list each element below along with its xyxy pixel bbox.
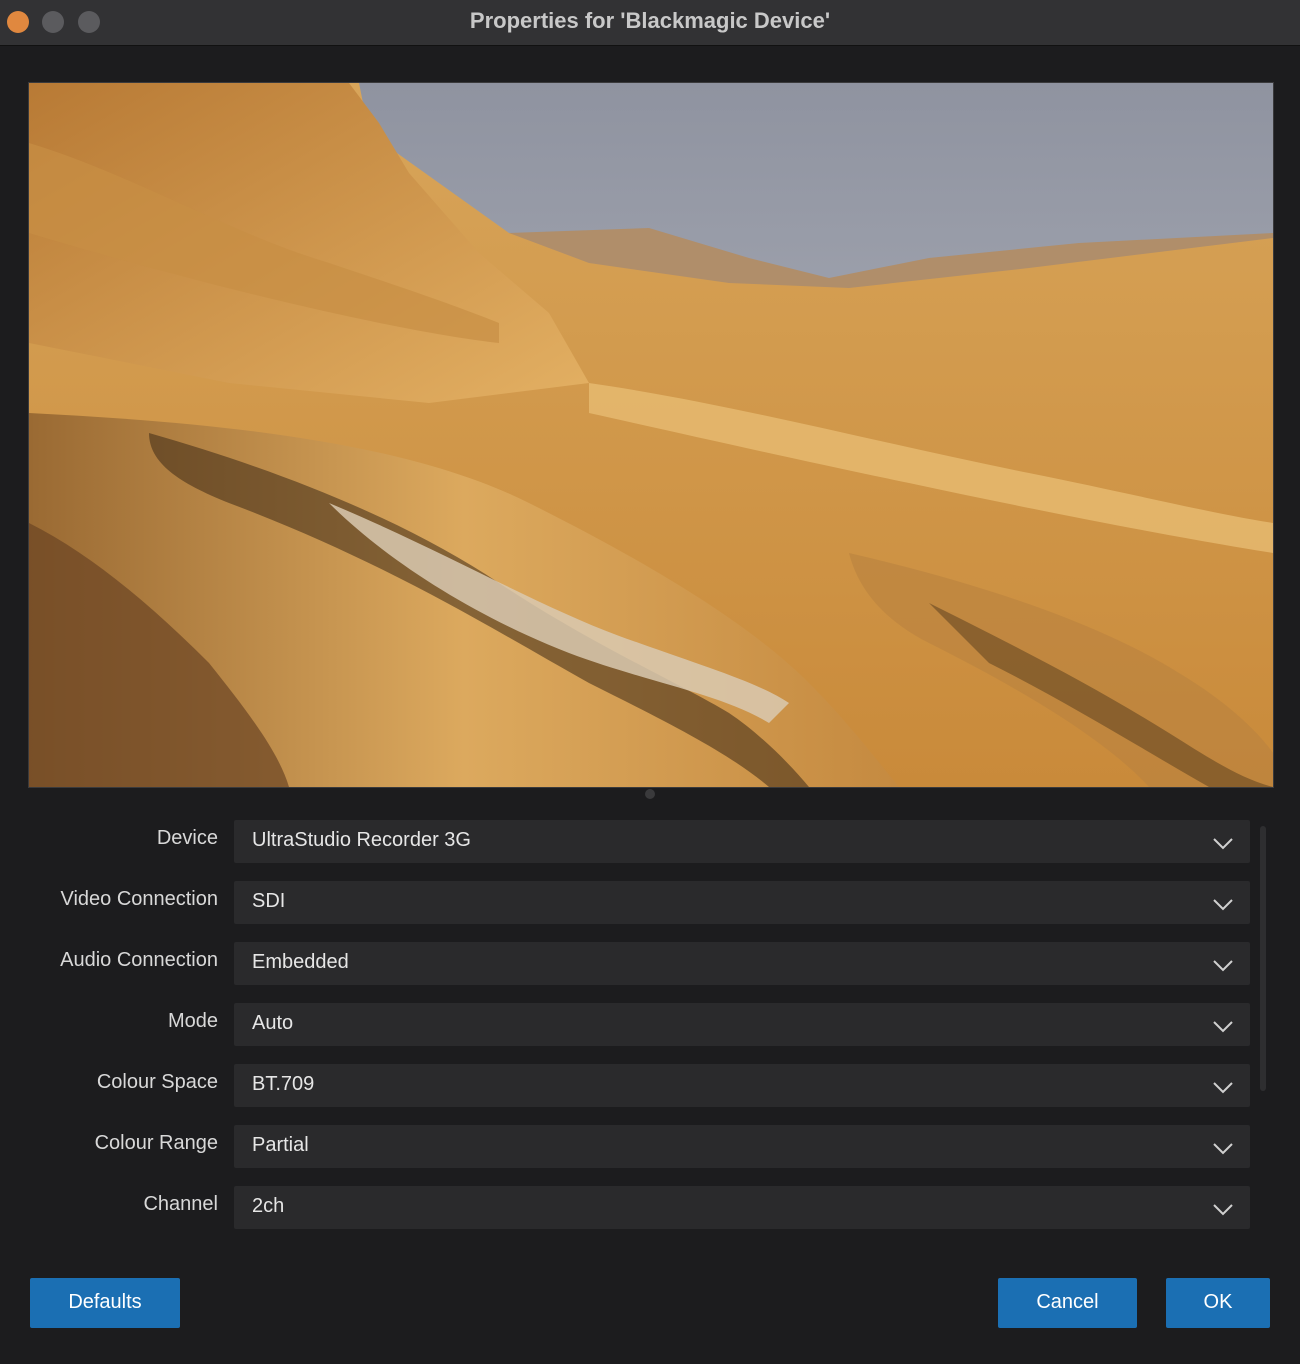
audio-connection-label: Audio Connection: [60, 949, 218, 971]
window-title: Properties for 'Blackmagic Device': [469, 8, 831, 33]
ok-button[interactable]: OK: [1166, 1278, 1270, 1328]
audio-connection-value: Embedded: [252, 951, 349, 973]
colour-space-value: BT.709: [252, 1073, 315, 1095]
property-row-colour-space: Colour Space BT.709: [0, 1064, 1300, 1108]
property-row-audio-connection: Audio Connection Embedded: [0, 942, 1300, 986]
colour-range-value: Partial: [252, 1134, 309, 1156]
chevron-down-icon: [1213, 1021, 1233, 1033]
property-row-channel: Channel 2ch: [0, 1186, 1300, 1230]
title-bar[interactable]: Properties for 'Blackmagic Device': [0, 0, 1300, 46]
property-row-colour-range: Colour Range Partial: [0, 1125, 1300, 1169]
cancel-button[interactable]: Cancel: [998, 1278, 1137, 1328]
mode-value: Auto: [252, 1012, 294, 1034]
defaults-button[interactable]: Defaults: [30, 1278, 180, 1328]
properties-scrollbar[interactable]: [1260, 826, 1266, 1091]
channel-label: Channel: [143, 1193, 218, 1215]
mode-dropdown[interactable]: Auto: [234, 1003, 1250, 1046]
preview-splitter-handle[interactable]: [645, 789, 655, 799]
video-preview-image: [29, 83, 1273, 787]
colour-space-dropdown[interactable]: BT.709: [234, 1064, 1250, 1107]
chevron-down-icon: [1213, 960, 1233, 972]
chevron-down-icon: [1213, 1204, 1233, 1216]
device-label: Device: [156, 827, 218, 849]
property-row-mode: Mode Auto: [0, 1003, 1300, 1047]
channel-value: 2ch: [252, 1195, 285, 1217]
properties-window: Properties for 'Blackmagic Device' Devic…: [0, 0, 1300, 1364]
chevron-down-icon: [1213, 838, 1233, 850]
audio-connection-dropdown[interactable]: Embedded: [234, 942, 1250, 985]
channel-dropdown[interactable]: 2ch: [234, 1186, 1250, 1229]
video-connection-label: Video Connection: [60, 888, 218, 910]
video-preview: [28, 82, 1274, 788]
colour-range-dropdown[interactable]: Partial: [234, 1125, 1250, 1168]
colour-range-label: Colour Range: [94, 1132, 218, 1154]
device-value: UltraStudio Recorder 3G: [252, 829, 471, 851]
chevron-down-icon: [1213, 1143, 1233, 1155]
property-row-video-connection: Video Connection SDI: [0, 881, 1300, 925]
chevron-down-icon: [1213, 899, 1233, 911]
video-connection-value: SDI: [252, 890, 286, 912]
chevron-down-icon: [1213, 1082, 1233, 1094]
video-connection-dropdown[interactable]: SDI: [234, 881, 1250, 924]
colour-space-label: Colour Space: [96, 1071, 218, 1093]
device-dropdown[interactable]: UltraStudio Recorder 3G: [234, 820, 1250, 863]
property-row-device: Device UltraStudio Recorder 3G: [0, 820, 1300, 864]
mode-label: Mode: [167, 1010, 218, 1032]
